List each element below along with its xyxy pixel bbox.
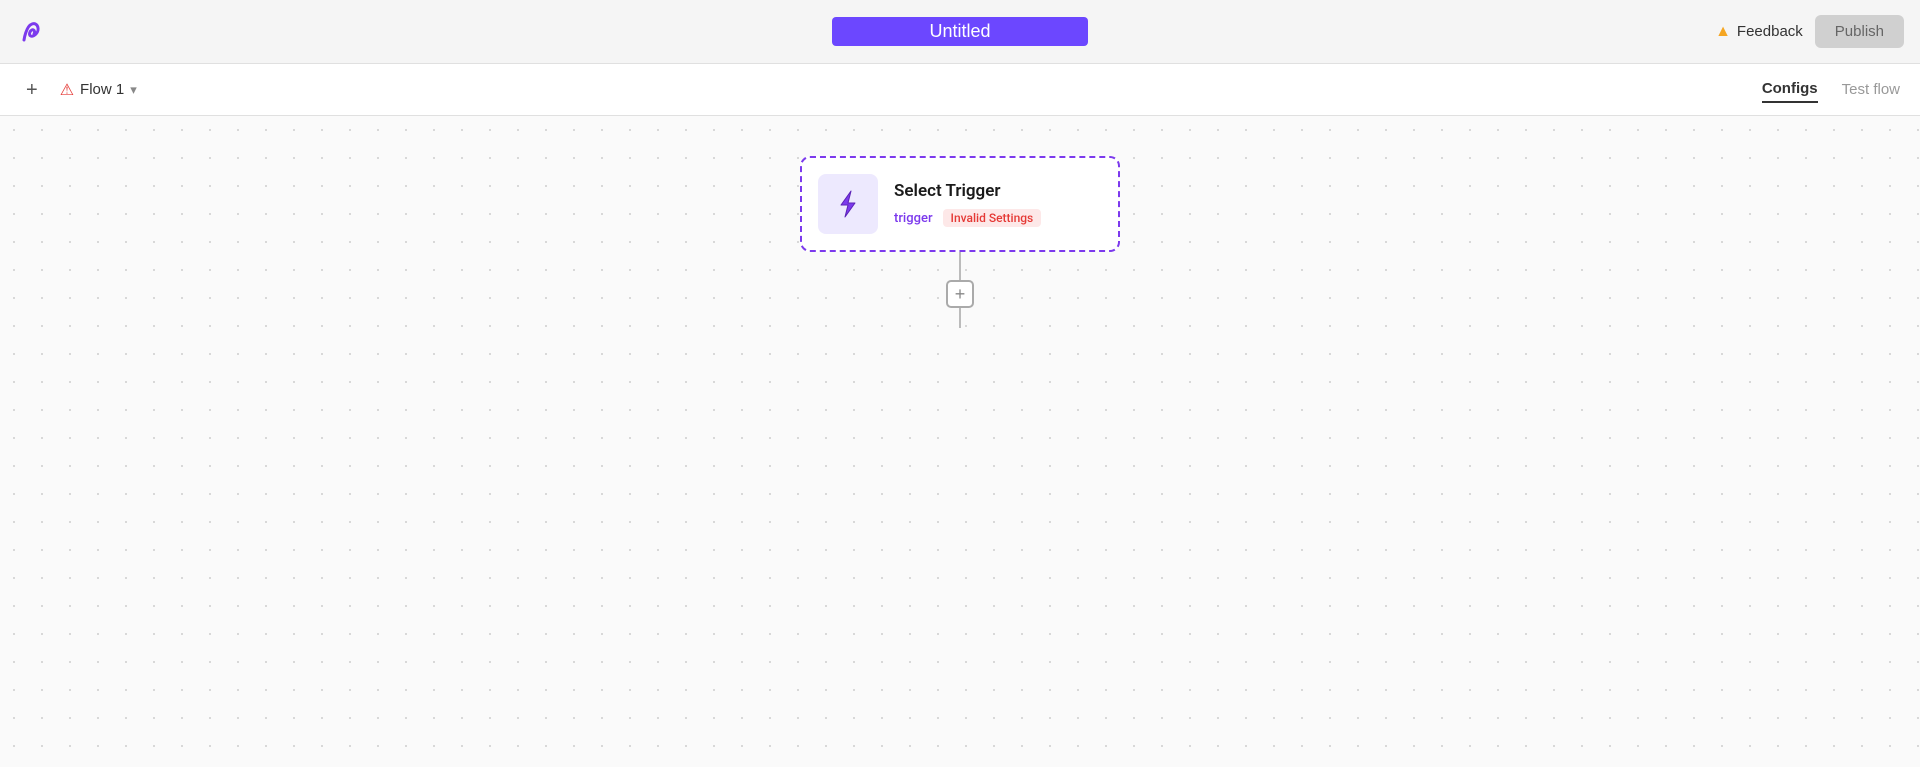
node-info: Select Trigger trigger Invalid Settings [894, 181, 1102, 227]
publish-button[interactable]: Publish [1815, 15, 1904, 48]
flow-error-icon: ⚠ [60, 80, 74, 100]
toolbar-right: Configs Test flow [1762, 76, 1900, 103]
feedback-label: Feedback [1737, 23, 1803, 40]
trigger-node-icon [831, 187, 865, 221]
toolbar: + ⚠ Flow 1 ▾ Configs Test flow [0, 64, 1920, 116]
node-connector: + [946, 252, 974, 328]
connector-line-bottom [959, 308, 961, 328]
add-flow-button[interactable]: + [20, 76, 44, 104]
node-type-label: trigger [894, 211, 933, 226]
trigger-node[interactable]: Select Trigger trigger Invalid Settings [800, 156, 1120, 252]
header-actions: ▲ Feedback Publish [1715, 15, 1904, 48]
add-step-button[interactable]: + [946, 280, 974, 308]
feedback-icon: ▲ [1715, 23, 1731, 41]
node-meta: trigger Invalid Settings [894, 209, 1102, 227]
node-title: Select Trigger [894, 181, 1102, 201]
test-flow-button[interactable]: Test flow [1842, 81, 1900, 98]
toolbar-left: + ⚠ Flow 1 ▾ [20, 76, 145, 104]
title-input[interactable] [832, 17, 1088, 46]
app-logo-icon [16, 16, 48, 48]
node-icon-background [818, 174, 878, 234]
title-area [832, 17, 1088, 46]
header: ▲ Feedback Publish [0, 0, 1920, 64]
configs-button[interactable]: Configs [1762, 76, 1818, 103]
chevron-down-icon: ▾ [130, 82, 137, 98]
invalid-settings-badge: Invalid Settings [943, 209, 1042, 227]
flow-canvas: Select Trigger trigger Invalid Settings … [0, 116, 1920, 767]
connector-line-top [959, 252, 961, 280]
logo [16, 16, 48, 48]
flow-tab[interactable]: ⚠ Flow 1 ▾ [52, 76, 145, 104]
flow-name-label: Flow 1 [80, 81, 124, 98]
feedback-button[interactable]: ▲ Feedback [1715, 23, 1803, 41]
